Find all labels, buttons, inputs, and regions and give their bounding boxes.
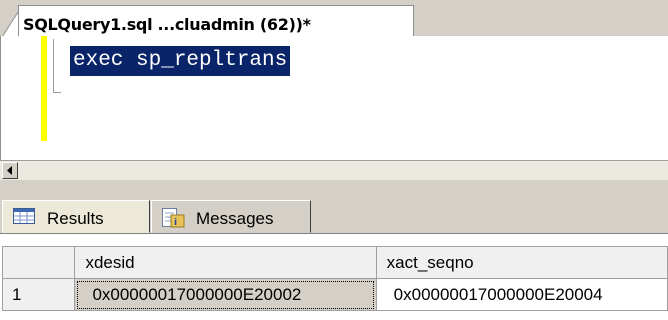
grid-corner-cell[interactable]: [1, 246, 76, 279]
column-header-xact-seqno[interactable]: xact_seqno: [375, 246, 668, 279]
tab-title: SQLQuery1.sql ...cluadmin (62))*: [23, 15, 311, 34]
results-grid: xdesid xact_seqno 1 0x00000017000000E200…: [1, 246, 668, 311]
document-tab-strip: SQLQuery1.sql ...cluadmin (62))*: [0, 0, 668, 37]
grid-header-row: xdesid xact_seqno: [1, 246, 668, 279]
code-line-selected[interactable]: exec sp_repltrans: [70, 46, 291, 76]
editor-horizontal-scrollbar[interactable]: [0, 160, 668, 180]
grid-cell-xact-seqno[interactable]: 0x00000017000000E20004: [375, 278, 668, 311]
grid-icon: [13, 208, 35, 224]
tab-messages-label: Messages: [196, 209, 274, 228]
scroll-left-button[interactable]: [2, 162, 18, 179]
tab-sqlquery1[interactable]: SQLQuery1.sql ...cluadmin (62))*: [18, 5, 414, 37]
row-number-cell[interactable]: 1: [1, 278, 76, 311]
pane-splitter[interactable]: [0, 180, 668, 200]
table-row: 1 0x00000017000000E20002 0x0000001700000…: [1, 278, 668, 311]
outline-line: [53, 39, 54, 92]
change-tracking-bar: [41, 36, 47, 141]
grid-cell-xdesid[interactable]: 0x00000017000000E20002: [74, 278, 377, 311]
query-editor[interactable]: exec sp_repltrans: [0, 36, 668, 160]
outline-tick: [53, 92, 61, 93]
messages-icon: i: [162, 208, 185, 228]
svg-text:i: i: [174, 218, 177, 228]
tab-messages[interactable]: i Messages: [151, 200, 311, 233]
tab-results[interactable]: Results: [2, 200, 150, 233]
column-header-xdesid[interactable]: xdesid: [74, 246, 377, 279]
tab-results-label: Results: [47, 209, 104, 228]
results-pane: xdesid xact_seqno 1 0x00000017000000E200…: [0, 233, 668, 320]
arrow-left-icon: [7, 166, 12, 175]
